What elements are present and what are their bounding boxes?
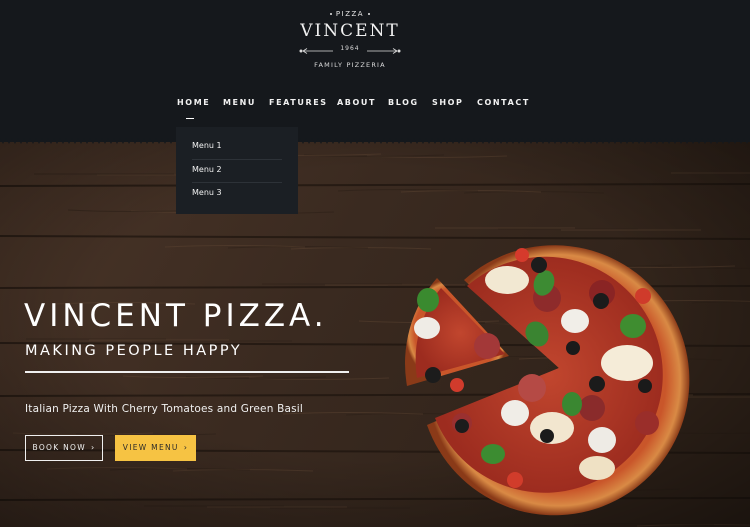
nav-item-contact[interactable]: CONTACT <box>477 98 530 114</box>
chevron-right-icon: › <box>90 443 96 452</box>
nav-item-home[interactable]: HOME <box>177 98 210 114</box>
logo-name: VINCENT <box>300 21 400 41</box>
logo-subtitle: FAMILY PIZZERIA <box>314 61 386 69</box>
nav-item-shop[interactable]: SHOP <box>432 98 464 114</box>
flourish-right-icon <box>367 48 401 54</box>
hero-section: VINCENT PIZZA. MAKING PEOPLE HAPPY Itali… <box>0 138 750 527</box>
dropdown-item-menu-2[interactable]: Menu 2 <box>192 158 282 181</box>
pizza-image <box>405 245 690 516</box>
site-header: PIZZA VINCENT 1964 FAMILY PIZZERIA HOME … <box>0 0 750 142</box>
book-now-button[interactable]: BOOK NOW › <box>25 435 103 461</box>
nav-item-blog[interactable]: BLOG <box>388 98 419 114</box>
logo-top-line: PIZZA <box>295 10 405 20</box>
hero-title: VINCENT PIZZA. <box>24 298 328 334</box>
logo-year-row: 1964 <box>295 45 405 55</box>
chevron-right-icon: › <box>183 443 189 452</box>
logo-year: 1964 <box>340 45 360 52</box>
dropdown-item-menu-3[interactable]: Menu 3 <box>192 181 282 204</box>
nav-item-menu[interactable]: MENU <box>223 98 256 114</box>
logo[interactable]: PIZZA VINCENT 1964 FAMILY PIZZERIA <box>295 8 405 72</box>
menu-dropdown: Menu 1 Menu 2 Menu 3 <box>176 127 298 214</box>
hero-divider <box>25 371 349 373</box>
main-nav: HOME MENU FEATURES ABOUT BLOG SHOP CONTA… <box>0 98 750 114</box>
nav-item-features[interactable]: FEATURES <box>269 98 328 114</box>
flourish-left-icon <box>299 48 333 54</box>
nav-item-about[interactable]: ABOUT <box>337 98 376 114</box>
hero-subtitle: MAKING PEOPLE HAPPY <box>25 343 243 359</box>
header-zigzag-edge <box>0 136 750 144</box>
dropdown-item-menu-1[interactable]: Menu 1 <box>192 134 282 157</box>
active-nav-indicator <box>186 118 194 119</box>
view-menu-label: VIEW MENU <box>122 443 179 452</box>
view-menu-button[interactable]: VIEW MENU › <box>115 435 196 461</box>
book-now-label: BOOK NOW <box>32 443 86 452</box>
logo-top-text: PIZZA <box>335 10 365 18</box>
hero-description: Italian Pizza With Cherry Tomatoes and G… <box>25 403 304 415</box>
